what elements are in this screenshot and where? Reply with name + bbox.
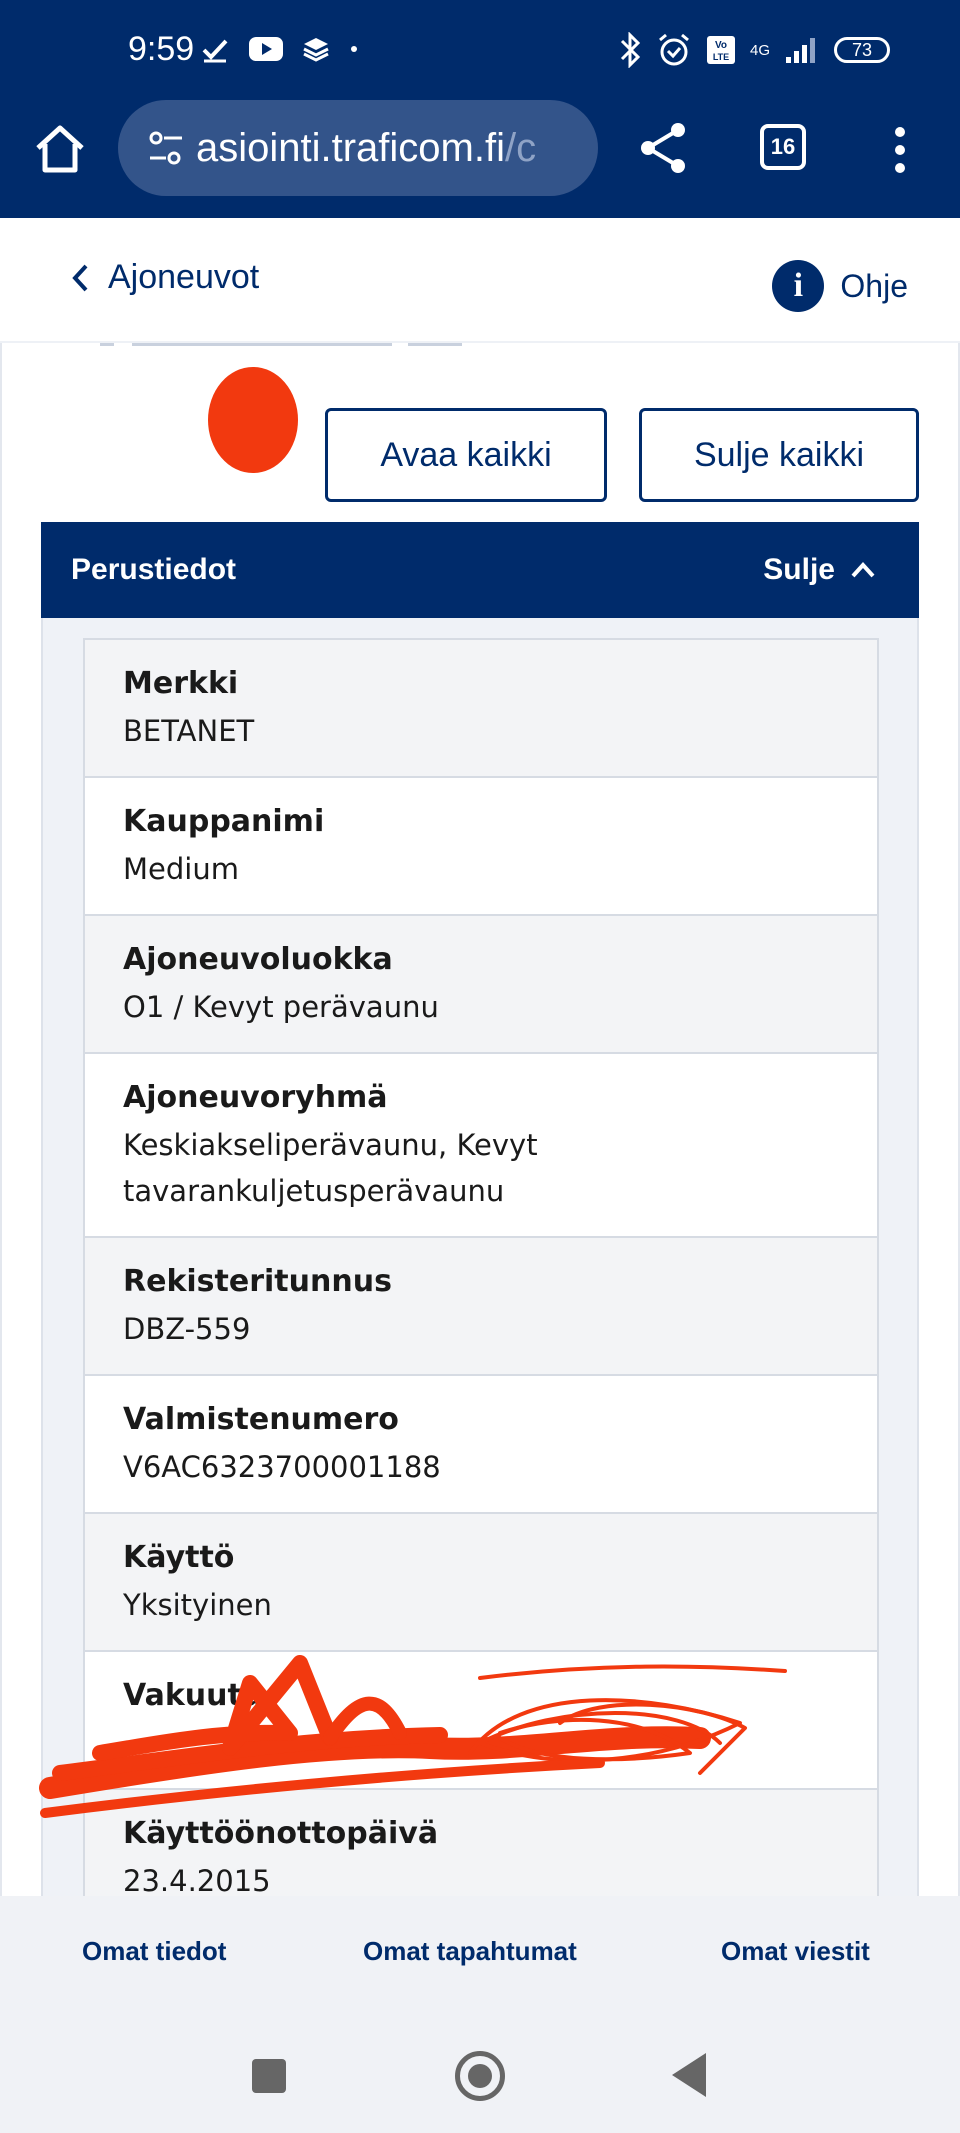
system-icons: Vo LTE 4G 73 xyxy=(618,32,890,68)
svg-text:LTE: LTE xyxy=(713,52,729,62)
address-bar[interactable]: asiointi.traficom.fi/c xyxy=(118,100,598,196)
help-link[interactable]: i Ohje xyxy=(772,260,908,312)
field-row-kauppanimi: Kauppanimi Medium xyxy=(85,778,877,916)
field-label: Käyttöönottopäivä xyxy=(123,1816,439,1851)
tab-switcher-button[interactable]: 16 xyxy=(760,124,806,170)
field-value: O1 / Kevyt perävaunu xyxy=(123,990,439,1024)
system-navigation-bar xyxy=(0,2006,960,2133)
field-value: BETANET xyxy=(123,714,255,748)
field-label: Valmistenumero xyxy=(123,1402,399,1437)
site-settings-icon[interactable] xyxy=(140,120,196,176)
notification-icons xyxy=(200,34,360,64)
field-row-merkki: Merkki BETANET xyxy=(85,640,877,778)
field-value: Yksityinen xyxy=(123,1588,272,1622)
field-value: V6AC6323700001188 xyxy=(123,1450,441,1484)
chevron-left-icon xyxy=(72,264,88,291)
field-label: Rekisteritunnus xyxy=(123,1264,392,1299)
field-value: DBZ-559 xyxy=(123,1312,251,1346)
section-title: Perustiedot xyxy=(71,553,237,586)
clipped-content-edge xyxy=(100,343,462,347)
browser-toolbar: asiointi.traficom.fi/c 16 xyxy=(0,100,960,218)
youtube-icon xyxy=(249,37,283,61)
main-content: Avaa kaikki Sulje kaikki Perustiedot Sul… xyxy=(0,343,960,1896)
svg-text:Vo: Vo xyxy=(715,40,727,51)
back-link[interactable]: Ajoneuvot xyxy=(70,258,259,297)
alarm-icon xyxy=(659,33,689,66)
field-label: Ajoneuvoryhmä xyxy=(123,1080,388,1115)
field-label: Käyttö xyxy=(123,1540,235,1575)
open-all-button[interactable]: Avaa kaikki xyxy=(325,408,607,502)
field-row-ajoneuvoluokka: Ajoneuvoluokka O1 / Kevyt perävaunu xyxy=(85,916,877,1054)
network-label: 4G xyxy=(749,41,770,59)
close-all-button[interactable]: Sulje kaikki xyxy=(639,408,919,502)
section-toggle-label: Sulje xyxy=(763,553,835,586)
field-row-kayttoonottopaiva: Käyttöönottopäivä 23.4.2015 xyxy=(85,1790,877,1896)
dot-icon xyxy=(351,46,357,52)
basic-info-section: Perustiedot Sulje Merkki BETANET Kauppan… xyxy=(41,522,919,1896)
back-triangle-icon[interactable] xyxy=(672,2053,706,2097)
nav-omat-tiedot[interactable]: Omat tiedot xyxy=(82,1936,226,1967)
field-list: Merkki BETANET Kauppanimi Medium Ajoneuv… xyxy=(83,638,879,1896)
field-value: Medium xyxy=(123,852,239,886)
url-path: /c xyxy=(504,125,537,170)
section-header[interactable]: Perustiedot Sulje xyxy=(41,522,919,618)
status-time: 9:59 xyxy=(128,30,195,68)
field-label: Merkki xyxy=(123,666,239,701)
home-icon[interactable] xyxy=(30,118,90,178)
help-link-label: Ohje xyxy=(840,267,908,304)
url-text[interactable]: asiointi.traficom.fi/c xyxy=(196,126,586,171)
bluetooth-icon xyxy=(620,32,641,68)
check-icon xyxy=(202,39,228,63)
volte-icon: VoLTE xyxy=(706,36,735,64)
battery-indicator: 73 xyxy=(834,37,890,63)
red-annotation-dot xyxy=(208,367,298,473)
info-icon: i xyxy=(772,260,825,312)
nav-omat-tapahtumat[interactable]: Omat tapahtumat xyxy=(363,1936,577,1967)
field-row-kaytto: Käyttö Yksityinen xyxy=(85,1514,877,1652)
field-row-valmistenumero: Valmistenumero V6AC6323700001188 xyxy=(85,1376,877,1514)
more-menu-icon[interactable] xyxy=(880,122,920,178)
url-domain: asiointi.traficom.fi xyxy=(196,125,505,170)
field-row-rekisteritunnus: Rekisteritunnus DBZ-559 xyxy=(85,1238,877,1376)
recent-apps-icon[interactable] xyxy=(252,2059,286,2093)
bottom-navigation: Omat tiedot Omat tapahtumat Omat viestit xyxy=(0,1896,960,2006)
field-value: 23.4.2015 xyxy=(123,1864,271,1896)
chevron-up-icon xyxy=(851,562,875,578)
page-header: Ajoneuvot i Ohje xyxy=(0,218,960,343)
field-label: Ajoneuvoluokka xyxy=(123,942,393,977)
signal-icon xyxy=(786,38,815,63)
nav-omat-viestit[interactable]: Omat viestit xyxy=(721,1936,870,1967)
field-row-ajoneuvoryhma: Ajoneuvoryhmä Keskiakseliperävaunu, Kevy… xyxy=(85,1054,877,1238)
field-value: Keskiakseliperävaunu, Kevyt tavarankulje… xyxy=(123,1128,538,1208)
share-icon[interactable] xyxy=(636,120,692,176)
back-link-label: Ajoneuvot xyxy=(108,258,260,296)
section-collapse-toggle[interactable]: Sulje xyxy=(763,553,877,587)
status-bar: 9:59 Vo LTE 4G 73 xyxy=(0,0,960,100)
layers-icon xyxy=(303,38,329,62)
home-circle-icon[interactable] xyxy=(455,2051,505,2101)
field-label: Vakuutu xyxy=(123,1678,264,1713)
field-label: Kauppanimi xyxy=(123,804,325,839)
field-row-vakuutus-redacted: Vakuutu xyxy=(85,1652,877,1790)
